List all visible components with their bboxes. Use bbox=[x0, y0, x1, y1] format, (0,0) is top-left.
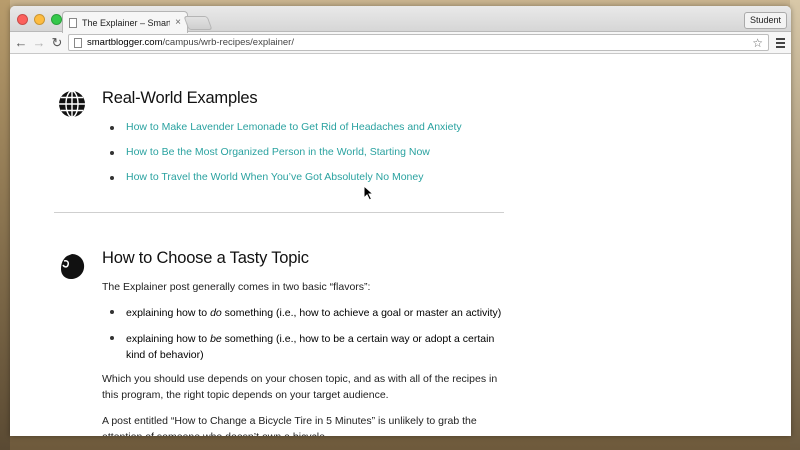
list-item: How to Travel the World When You’ve Got … bbox=[108, 171, 462, 183]
real-world-examples-section: Real-World Examples How to Make Lavender… bbox=[54, 83, 514, 183]
bookmark-star-icon[interactable]: ☆ bbox=[752, 36, 763, 50]
paragraph: Which you should use depends on your cho… bbox=[102, 373, 498, 401]
url-text[interactable]: smartblogger.com/campus/wrb-recipes/expl… bbox=[87, 37, 747, 48]
tab-close-icon[interactable]: × bbox=[175, 17, 181, 28]
example-link[interactable]: How to Be the Most Organized Person in t… bbox=[126, 146, 430, 158]
page-icon bbox=[69, 17, 77, 28]
bullet-text: something (i.e., how to achieve a goal o… bbox=[221, 307, 502, 319]
example-link[interactable]: How to Make Lavender Lemonade to Get Rid… bbox=[126, 121, 462, 133]
list-item: explaining how to be something (i.e., ho… bbox=[108, 331, 508, 363]
tab-strip: The Explainer – SmartBlogger × Student bbox=[10, 6, 791, 33]
desktop-background-left bbox=[0, 0, 10, 450]
reload-icon[interactable]: ↻ bbox=[50, 35, 64, 50]
intro-text: The Explainer post generally comes in tw… bbox=[102, 281, 371, 293]
profile-button[interactable]: Student bbox=[743, 12, 787, 29]
browser-toolbar: ← → ↻ smartblogger.com/campus/wrb-recipe… bbox=[10, 32, 791, 54]
url-path: /campus/wrb-recipes/explainer/ bbox=[162, 37, 294, 48]
page-content: Real-World Examples How to Make Lavender… bbox=[10, 55, 791, 436]
list-item: explaining how to do something (i.e., ho… bbox=[108, 305, 508, 321]
bullet-emphasis: do bbox=[210, 307, 222, 319]
list-item: How to Be the Most Organized Person in t… bbox=[108, 146, 462, 158]
bullet-emphasis: be bbox=[210, 333, 222, 345]
minimize-window-button[interactable] bbox=[34, 14, 45, 25]
back-icon[interactable]: ← bbox=[14, 35, 28, 50]
bullet-text: explaining how to bbox=[126, 333, 211, 345]
url-host: smartblogger.com bbox=[87, 37, 163, 48]
window-controls bbox=[17, 14, 62, 25]
choose-topic-section: How to Choose a Tasty Topic The Explaine… bbox=[54, 245, 514, 436]
page-info-icon[interactable] bbox=[74, 37, 82, 48]
tab-title: The Explainer – SmartBlogger bbox=[82, 17, 170, 28]
paragraph: A post entitled “How to Change a Bicycle… bbox=[102, 415, 477, 436]
tasty-topic-icon bbox=[61, 254, 85, 279]
browser-window: The Explainer – SmartBlogger × Student ←… bbox=[10, 6, 791, 436]
zoom-window-button[interactable] bbox=[51, 14, 62, 25]
section-divider bbox=[54, 212, 504, 213]
desktop-background-right bbox=[790, 0, 800, 450]
bullet-text: explaining how to bbox=[126, 307, 211, 319]
examples-list: How to Make Lavender Lemonade to Get Rid… bbox=[108, 121, 462, 183]
hamburger-menu-icon[interactable] bbox=[773, 37, 787, 48]
address-bar[interactable]: smartblogger.com/campus/wrb-recipes/expl… bbox=[68, 34, 769, 51]
mouse-cursor-icon bbox=[363, 185, 375, 201]
section-heading: How to Choose a Tasty Topic bbox=[102, 249, 309, 267]
flavors-list: explaining how to do something (i.e., ho… bbox=[108, 305, 508, 363]
close-window-button[interactable] bbox=[17, 14, 28, 25]
globe-icon bbox=[59, 90, 85, 118]
forward-icon[interactable]: → bbox=[32, 35, 46, 50]
scrollbar[interactable] bbox=[777, 55, 791, 436]
example-link[interactable]: How to Travel the World When You’ve Got … bbox=[126, 171, 423, 183]
new-tab-button[interactable] bbox=[183, 16, 213, 30]
section-heading: Real-World Examples bbox=[102, 89, 258, 107]
tab-active[interactable]: The Explainer – SmartBlogger × bbox=[62, 11, 188, 33]
list-item: How to Make Lavender Lemonade to Get Rid… bbox=[108, 121, 462, 133]
